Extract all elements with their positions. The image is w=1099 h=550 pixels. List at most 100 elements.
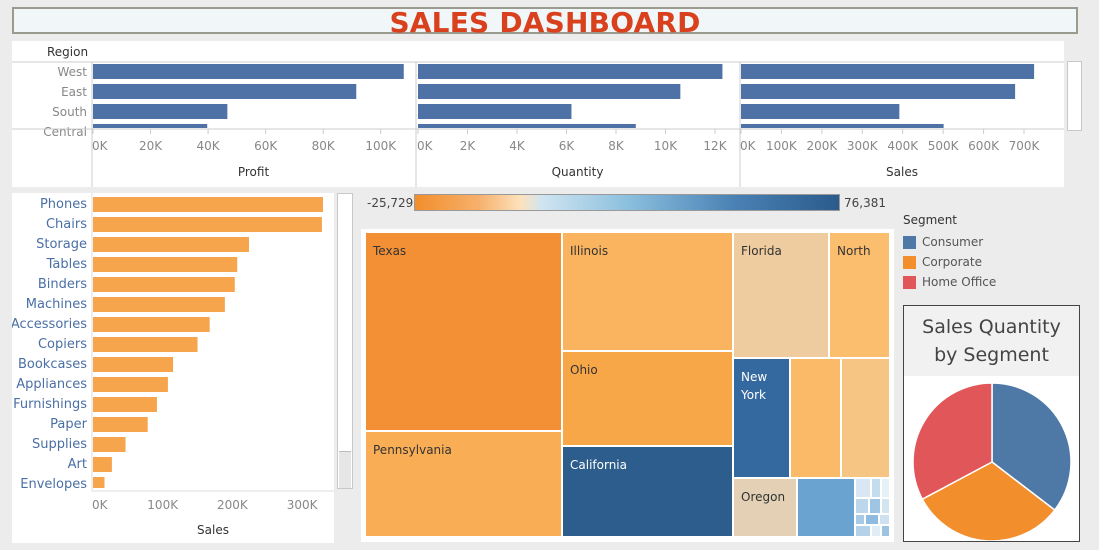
region-axis-title-sales: Sales xyxy=(886,165,918,179)
region-tick-profit-2: 40K xyxy=(197,139,221,153)
region-tick-sales-5: 500K xyxy=(928,139,960,153)
region-tick-quantity-3: 6K xyxy=(559,139,576,153)
region-bar-profit-central xyxy=(93,124,208,128)
region-scrollbar[interactable] xyxy=(1067,61,1082,131)
subcat-bar-supplies xyxy=(93,437,126,452)
treemap-cell-texas[interactable]: Texas xyxy=(366,233,561,430)
subcat-label-accessories: Accessories xyxy=(12,317,87,332)
region-bar-profit-west xyxy=(93,64,404,79)
region-label-west: West xyxy=(57,65,87,79)
region-bars-svg: West East South Central 0K 20K 40K 60K 80K 100K Pr… xyxy=(12,61,1064,187)
region-tick-quantity-6: 12K xyxy=(703,139,727,153)
treemap-cell-oregon[interactable]: Oregon xyxy=(734,479,796,536)
region-tick-quantity-2: 4K xyxy=(509,139,526,153)
subcat-bar-envelopes xyxy=(93,477,105,488)
region-tick-profit-1: 20K xyxy=(139,139,163,153)
dashboard-title: SALES DASHBOARD xyxy=(389,5,701,39)
treemap-label-ohio: Ohio xyxy=(570,363,598,377)
legend-item-home-office[interactable]: Home Office xyxy=(903,272,996,292)
subcat-bar-binders xyxy=(93,277,235,292)
legend-swatch-corporate xyxy=(903,255,916,269)
subcat-label-paper: Paper xyxy=(50,417,87,432)
treemap-label-oregon: Oregon xyxy=(741,490,786,504)
subcat-tick-1: 100K xyxy=(147,498,179,512)
treemap-label-illinois: Illinois xyxy=(570,244,609,258)
treemap-cell-ohio[interactable]: Ohio xyxy=(563,352,732,445)
color-legend-gradient xyxy=(414,194,840,211)
region-tick-quantity-5: 10K xyxy=(654,139,678,153)
legend-item-consumer[interactable]: Consumer xyxy=(903,232,996,252)
treemap-label-texas: Texas xyxy=(373,244,407,258)
region-tick-sales-4: 400K xyxy=(887,139,919,153)
treemap-cell-small-2[interactable] xyxy=(842,359,889,477)
region-tick-quantity-0: 0K xyxy=(417,139,434,153)
region-bar-sales-east xyxy=(741,84,1016,99)
subcategory-chart-panel: Phones Chairs Storage Tables Binders Machines… xyxy=(12,193,334,543)
legend-swatch-home-office xyxy=(903,275,916,289)
legend-label-corporate: Corporate xyxy=(922,255,982,269)
legend-item-corporate[interactable]: Corporate xyxy=(903,252,996,272)
treemap-label-pennsylvania: Pennsylvania xyxy=(373,443,452,457)
treemap-cell-illinois[interactable]: Illinois xyxy=(563,233,732,350)
region-bar-quantity-west xyxy=(418,64,723,79)
subcat-label-art: Art xyxy=(68,457,87,472)
region-label-south: South xyxy=(52,105,87,119)
region-label-east: East xyxy=(61,85,87,99)
treemap-cell-tiny-group[interactable] xyxy=(856,479,889,536)
region-bar-sales-south xyxy=(741,104,900,119)
region-tick-profit-0: 0K xyxy=(92,139,109,153)
segment-legend-title: Segment xyxy=(903,213,957,227)
treemap-label-new-york: New York xyxy=(741,370,768,402)
subcat-bar-phones xyxy=(93,197,323,212)
pie-title-box: Sales Quantity by Segment xyxy=(904,306,1079,376)
legend-swatch-consumer xyxy=(903,235,916,249)
treemap-cell-new-york[interactable]: New York xyxy=(734,359,789,477)
treemap-cell-north[interactable]: North xyxy=(830,233,889,357)
region-bar-quantity-south xyxy=(418,104,572,119)
subcat-label-binders: Binders xyxy=(38,277,87,292)
treemap-label-north: North xyxy=(837,244,871,258)
region-tick-profit-3: 60K xyxy=(254,139,278,153)
region-tick-sales-1: 100K xyxy=(766,139,798,153)
subcat-label-envelopes: Envelopes xyxy=(20,477,87,492)
subcat-label-supplies: Supplies xyxy=(32,437,87,452)
subcategory-bars-svg: Phones Chairs Storage Tables Binders Machines… xyxy=(12,193,334,537)
region-tick-sales-0: 0K xyxy=(740,139,757,153)
subcategory-scrollbar[interactable] xyxy=(337,193,353,489)
region-chart-panel: Region West East South Central 0K 20K 40K 60K 80… xyxy=(12,41,1082,187)
pie-title: Sales Quantity by Segment xyxy=(922,316,1061,366)
segment-legend: Segment Consumer Corporate Home Office xyxy=(903,213,996,292)
region-tick-sales-7: 700K xyxy=(1009,139,1041,153)
legend-label-consumer: Consumer xyxy=(922,235,984,249)
color-legend-max: 76,381 xyxy=(844,196,886,210)
subcat-label-machines: Machines xyxy=(26,297,87,312)
region-bar-sales-central xyxy=(741,124,944,128)
subcat-bar-bookcases xyxy=(93,357,174,372)
treemap-cell-pennsylvania[interactable]: Pennsylvania xyxy=(366,432,561,536)
region-tick-profit-4: 80K xyxy=(312,139,336,153)
treemap-cell-california[interactable]: California xyxy=(563,447,732,536)
treemap-cell-small-3[interactable] xyxy=(798,479,854,536)
treemap-cell-florida[interactable]: Florida xyxy=(734,233,828,357)
treemap: Texas Pennsylvania Illinois Ohio Califor… xyxy=(361,229,894,542)
subcat-bar-accessories xyxy=(93,317,210,332)
region-bar-profit-south xyxy=(93,104,228,119)
region-axis-title-quantity: Quantity xyxy=(552,165,604,179)
region-label-central: Central xyxy=(43,125,87,139)
region-tick-profit-5: 100K xyxy=(365,139,397,153)
subcat-tick-3: 300K xyxy=(287,498,319,512)
region-tick-sales-3: 300K xyxy=(847,139,879,153)
subcat-bar-paper xyxy=(93,417,148,432)
region-bar-quantity-east xyxy=(418,84,681,99)
subcat-bar-copiers xyxy=(93,337,198,352)
subcat-tick-2: 200K xyxy=(217,498,249,512)
region-tick-sales-2: 200K xyxy=(806,139,838,153)
subcategory-scroll-thumb[interactable] xyxy=(339,451,351,488)
region-tick-sales-6: 600K xyxy=(968,139,1000,153)
dashboard-title-box: SALES DASHBOARD xyxy=(12,5,1078,39)
pie-chart-panel: Sales Quantity by Segment xyxy=(903,305,1080,542)
subcat-label-phones: Phones xyxy=(40,197,87,212)
subcat-label-copiers: Copiers xyxy=(38,337,87,352)
subcat-bar-machines xyxy=(93,297,225,312)
treemap-cell-small-1[interactable] xyxy=(791,359,840,477)
